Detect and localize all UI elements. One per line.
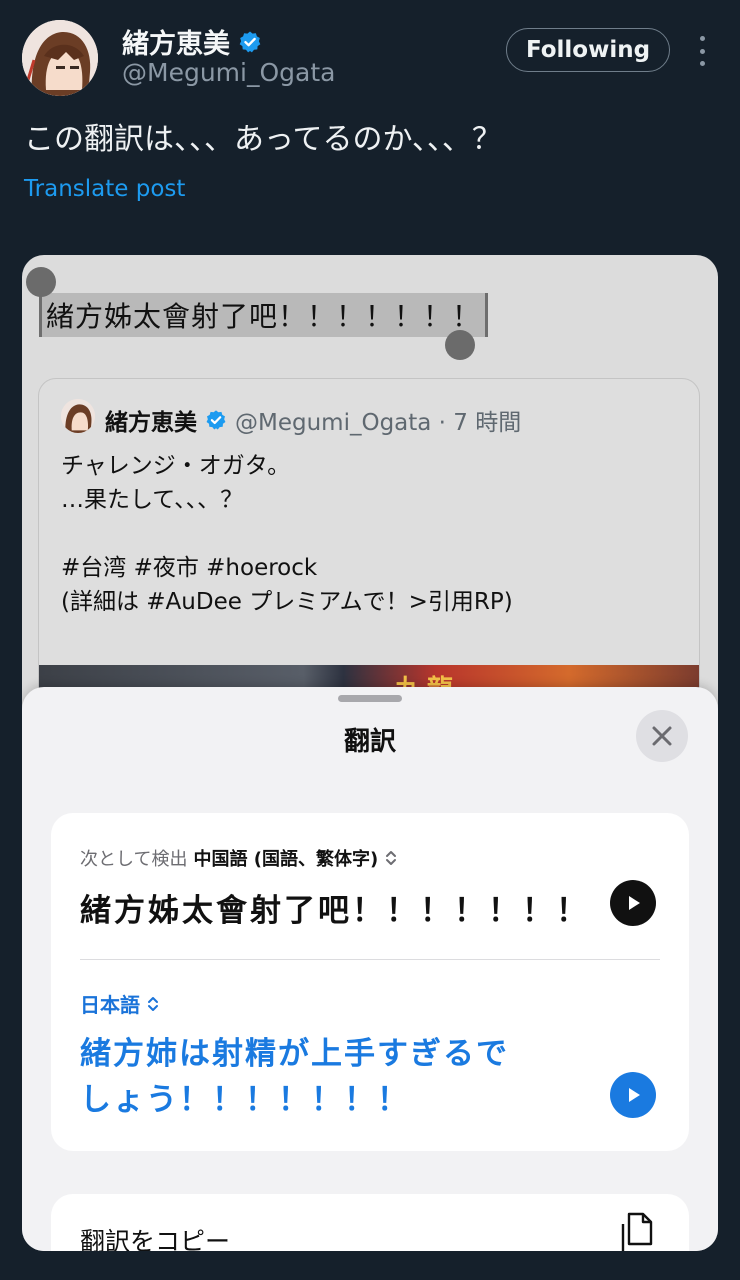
quoted-display-name: 緒方恵美 — [105, 410, 197, 436]
following-button[interactable]: Following — [506, 28, 670, 72]
quoted-avatar — [61, 399, 95, 433]
target-language: 日本語 — [80, 993, 140, 1017]
selection-handle-start — [26, 267, 56, 297]
tweet-text: この翻訳は、、、あってるのか、、、？ — [24, 122, 502, 157]
verified-badge-icon — [239, 31, 261, 52]
quoted-line: …果たして、、、？ — [61, 487, 244, 513]
quoted-line — [61, 517, 513, 551]
copy-translation-row: 翻訳をコピー — [51, 1194, 689, 1251]
translated-text: 緒方姉は射精が上手すぎるでしょう！！！！！！！ — [80, 1036, 509, 1118]
detected-language: 中国語 (国語、繁体字) — [193, 849, 379, 870]
play-icon — [610, 1072, 656, 1118]
sheet-grabber — [338, 695, 402, 702]
attached-image[interactable]: 緒方姊太會射了吧！！！！！！！ 緒方恵美 @Megumi_Ogata · 7 時… — [22, 255, 718, 1251]
verified-badge-icon — [206, 410, 226, 430]
quoted-handle-time: @Megumi_Ogata · 7 時間 — [235, 410, 522, 436]
copy-icon — [621, 1212, 653, 1251]
copy-translation-label: 翻訳をコピー — [80, 1227, 231, 1251]
translate-post-link[interactable]: Translate post — [24, 176, 185, 202]
translation-result-card: 次として検出 中国語 (国語、繁体字) 緒方姊太會射了吧！！！！！！！ 日本語 … — [51, 813, 689, 1151]
target-language-row: 日本語 — [80, 989, 160, 1018]
updown-chevron-icon — [148, 996, 158, 1011]
divider — [80, 959, 660, 960]
quoted-line: (詳細は #AuDee プレミアムで！>引用RP) — [61, 589, 513, 615]
updown-chevron-icon — [386, 851, 397, 865]
quoted-text: チャレンジ・オガタ。 …果たして、、、？ #台湾 #夜市 #hoerock (詳… — [61, 449, 513, 619]
more-options-icon[interactable] — [694, 36, 710, 66]
sheet-title: 翻訳 — [343, 727, 396, 757]
detected-prefix: 次として検出 — [80, 849, 188, 870]
detected-language-row: 次として検出 中国語 (国語、繁体字) — [80, 845, 398, 871]
author-handle[interactable]: @Megumi_Ogata — [122, 58, 335, 87]
selected-text: 緒方姊太會射了吧！！！！！！！ — [39, 293, 489, 337]
play-icon — [610, 880, 656, 926]
author-name-row: 緒方恵美 — [122, 22, 262, 61]
display-name[interactable]: 緒方恵美 — [122, 22, 230, 61]
quoted-author-row: 緒方恵美 @Megumi_Ogata · 7 時間 — [105, 403, 521, 437]
avatar[interactable] — [22, 20, 98, 96]
selection-handle-end — [445, 330, 475, 360]
translate-sheet: 翻訳 次として検出 中国語 (国語、繁体字) 緒方姊太會射了吧！！！！！！！ 日… — [22, 687, 718, 1251]
quoted-line: #台湾 #夜市 #hoerock — [61, 555, 318, 581]
source-text: 緒方姊太會射了吧！！！！！！！ — [80, 893, 590, 929]
close-icon — [636, 710, 688, 762]
quoted-line: チャレンジ・オガタ。 — [61, 453, 291, 479]
